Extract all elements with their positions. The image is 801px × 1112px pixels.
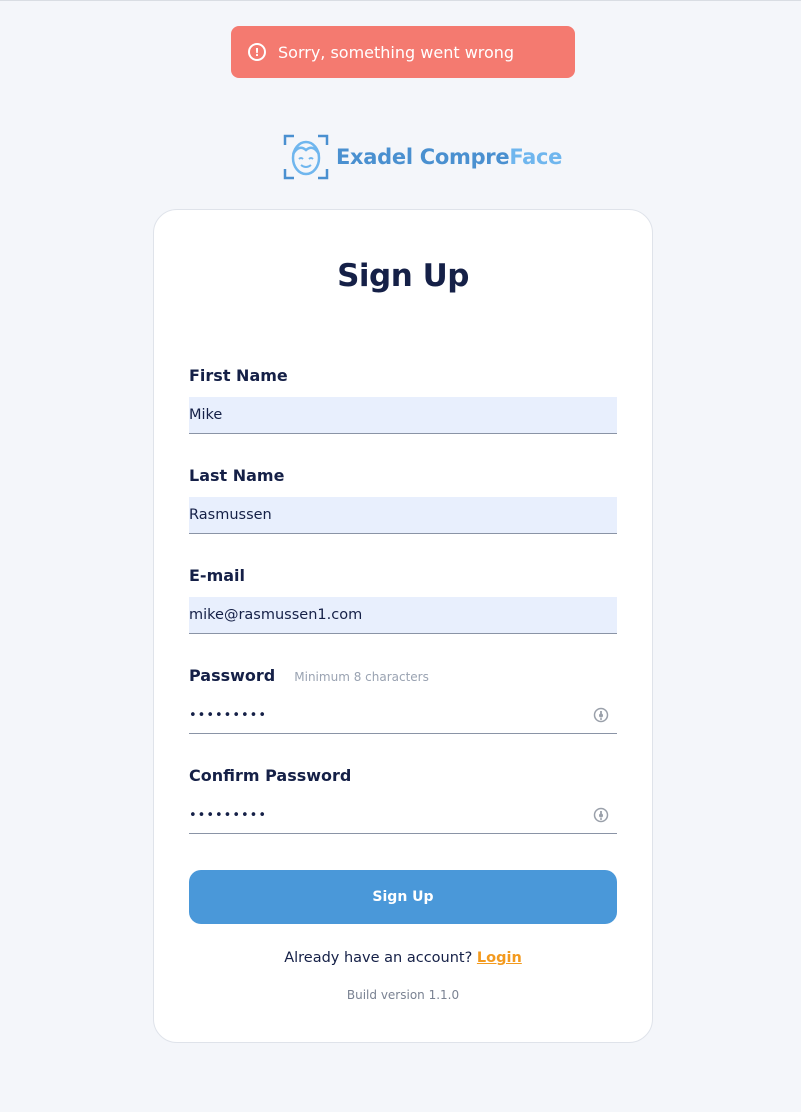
eye-toggle-icon[interactable] <box>593 707 609 723</box>
sign-up-button[interactable]: Sign Up <box>189 870 617 924</box>
password-hint: Minimum 8 characters <box>294 670 429 684</box>
error-toast: ! Sorry, something went wrong <box>231 26 575 78</box>
login-link[interactable]: Login <box>477 950 522 966</box>
last-name-group: Last Name Rasmussen <box>189 466 617 534</box>
first-name-field[interactable]: Mike <box>189 397 617 434</box>
face-logo-icon <box>283 134 329 180</box>
email-field[interactable]: mike@rasmussen1.com <box>189 597 617 634</box>
email-group: E-mail mike@rasmussen1.com <box>189 566 617 634</box>
page-title: Sign Up <box>337 258 469 294</box>
login-prompt-row: Already have an account? Login <box>154 950 652 966</box>
last-name-label: Last Name <box>189 466 285 485</box>
password-label: Password Minimum 8 characters <box>189 666 429 685</box>
first-name-group: First Name Mike <box>189 366 617 434</box>
password-field[interactable]: ••••••••• <box>189 697 617 734</box>
first-name-label: First Name <box>189 366 288 385</box>
signup-card: Sign Up First Name Mike Last Name Rasmus… <box>153 209 653 1043</box>
build-version: Build version 1.1.0 <box>346 988 460 1002</box>
confirm-password-field[interactable]: ••••••••• <box>189 797 617 834</box>
error-message: Sorry, something went wrong <box>278 42 515 62</box>
password-group: Password Minimum 8 characters ••••••••• <box>189 666 617 734</box>
eye-toggle-icon[interactable] <box>593 807 609 823</box>
login-prompt: Already have an account? <box>284 950 473 966</box>
confirm-password-group: Confirm Password ••••••••• <box>189 766 617 834</box>
brand-logo: Exadel CompreFace <box>283 133 562 181</box>
brand-name: Exadel CompreFace <box>336 145 563 169</box>
error-icon: ! <box>248 43 266 61</box>
email-label: E-mail <box>189 566 246 585</box>
confirm-password-label: Confirm Password <box>189 766 352 785</box>
last-name-field[interactable]: Rasmussen <box>189 497 617 534</box>
